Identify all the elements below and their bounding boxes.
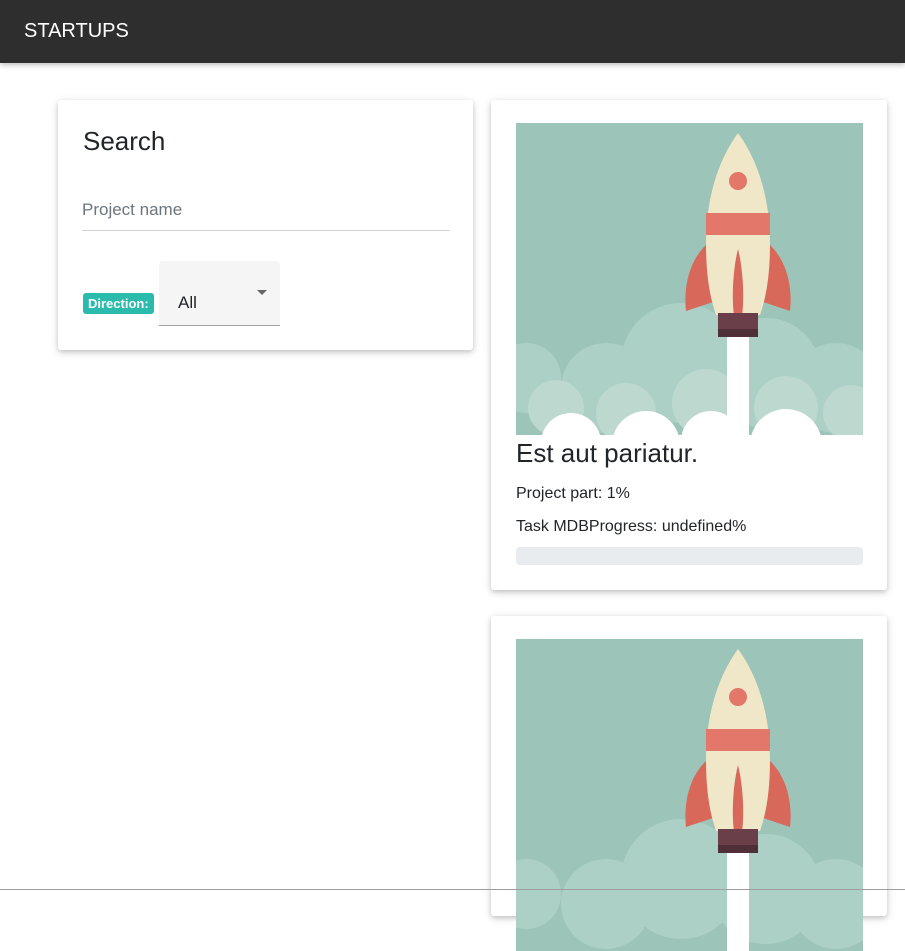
task-progress-bar <box>516 547 863 565</box>
task-progress-text: Task MDBProgress: undefined% <box>516 518 747 535</box>
search-title: Search <box>83 126 166 156</box>
page-bottom-divider <box>0 889 905 890</box>
top-navbar: STARTUPS <box>0 0 905 63</box>
search-card: Search Direction: All <box>58 100 473 350</box>
project-card[interactable]: Est aut pariatur. Project part: 1% Task … <box>491 100 887 590</box>
direction-selected-value: All <box>178 293 197 312</box>
project-title[interactable]: Est aut pariatur. <box>516 438 698 469</box>
caret-down-icon <box>257 290 267 295</box>
direction-badge: Direction: <box>83 293 154 314</box>
project-name-input[interactable] <box>82 190 450 231</box>
project-card[interactable] <box>491 616 887 951</box>
brand-title[interactable]: STARTUPS <box>24 20 129 43</box>
rocket-illustration <box>516 123 863 435</box>
project-part-text: Project part: 1% <box>516 485 630 502</box>
direction-select[interactable]: All <box>159 261 280 326</box>
rocket-illustration <box>516 639 863 951</box>
